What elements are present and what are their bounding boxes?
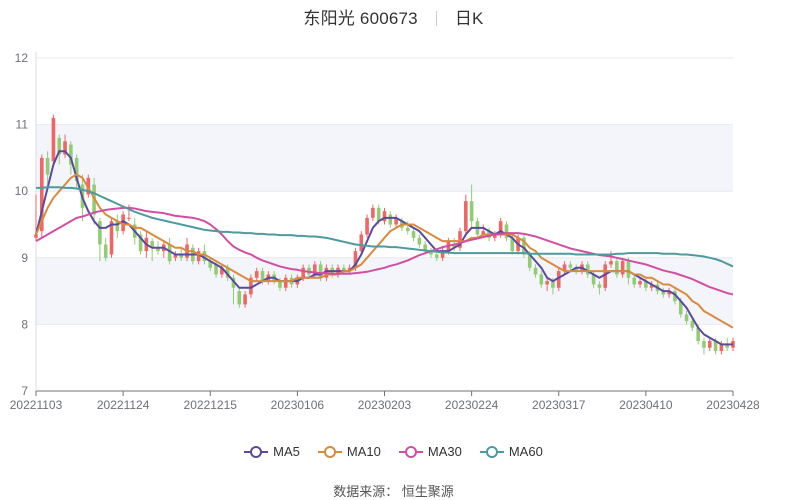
candle-body	[254, 271, 259, 278]
candle-body	[359, 234, 364, 252]
candle-body	[405, 227, 410, 232]
legend-item-ma5[interactable]: MA5	[244, 444, 300, 459]
candle-body	[620, 261, 625, 275]
data-source: 数据来源： 恒生聚源	[333, 484, 454, 499]
y-tick-label: 8	[21, 317, 28, 331]
candle-body	[417, 237, 422, 245]
x-tick-label: 20221124	[97, 398, 150, 412]
legend-item-ma10[interactable]: MA10	[317, 444, 381, 459]
candle-body	[283, 277, 288, 288]
x-tick-label: 20230410	[619, 398, 673, 412]
candle-body	[371, 207, 375, 218]
candle-body	[707, 341, 712, 348]
candle-body	[434, 254, 439, 258]
y-tick-label: 12	[15, 51, 29, 65]
legend-label: MA5	[273, 444, 300, 459]
x-tick-label: 20230203	[358, 398, 412, 412]
x-tick-label: 20230428	[706, 398, 760, 412]
candle-body	[626, 261, 631, 278]
candle-body	[533, 267, 538, 275]
candle-body	[684, 314, 689, 322]
candle-body	[34, 234, 38, 238]
candle-body	[702, 341, 706, 348]
x-tick-label: 20230106	[271, 398, 325, 412]
legend-label: MA10	[346, 444, 381, 459]
band-10	[36, 124, 733, 192]
candle-body	[365, 217, 369, 235]
legend: MA5 MA10 MA30 MA60	[0, 444, 787, 459]
x-tick-label: 20221215	[184, 398, 238, 412]
candle-body	[638, 281, 642, 285]
candle-body	[632, 277, 637, 285]
candle-body	[103, 244, 108, 258]
candle-body	[568, 264, 573, 268]
y-axis-ticks: 7 8 9 10 11 12	[15, 51, 29, 398]
y-tick-label: 7	[21, 384, 28, 398]
candle-body	[615, 261, 619, 275]
legend-swatch-icon	[398, 445, 423, 459]
candle-body	[45, 157, 50, 175]
legend-label: MA60	[508, 444, 543, 459]
candle-body	[98, 221, 102, 245]
candle-body	[376, 207, 381, 222]
candle-body	[464, 201, 468, 232]
line-ma60	[36, 186, 734, 268]
y-tick-label: 10	[15, 184, 29, 198]
legend-item-ma60[interactable]: MA60	[479, 444, 543, 459]
x-tick-label: 20221103	[10, 398, 63, 412]
legend-swatch-icon	[479, 445, 504, 459]
candle-body	[301, 267, 305, 278]
candle-body	[318, 264, 323, 278]
candle-body	[411, 231, 416, 238]
candle-body	[690, 321, 695, 328]
candle-body	[545, 281, 549, 285]
x-tick-label: 20230224	[445, 398, 499, 412]
candle-body	[609, 261, 613, 265]
candle-body	[469, 201, 474, 222]
candle-body	[237, 291, 242, 305]
candle-body	[51, 117, 56, 162]
x-axis: 20221103 20221124 20221215 20230106 20230203…	[10, 52, 760, 412]
y-tick-label: 11	[16, 118, 29, 132]
y-tick-label: 9	[21, 251, 28, 265]
legend-swatch-icon	[244, 445, 269, 459]
candlestick-chart: 7 8 9 10 11 12 20221103 20221124 20221215 202301…	[10, 51, 760, 412]
candle-body	[597, 284, 602, 288]
legend-label: MA30	[427, 444, 462, 459]
x-tick-label: 20230317	[532, 398, 586, 412]
candle-body	[388, 214, 393, 225]
candle-body	[539, 274, 544, 285]
candle-body	[243, 294, 247, 305]
candle-body	[127, 217, 131, 219]
legend-item-ma30[interactable]: MA30	[398, 444, 462, 459]
legend-swatch-icon	[317, 445, 342, 459]
